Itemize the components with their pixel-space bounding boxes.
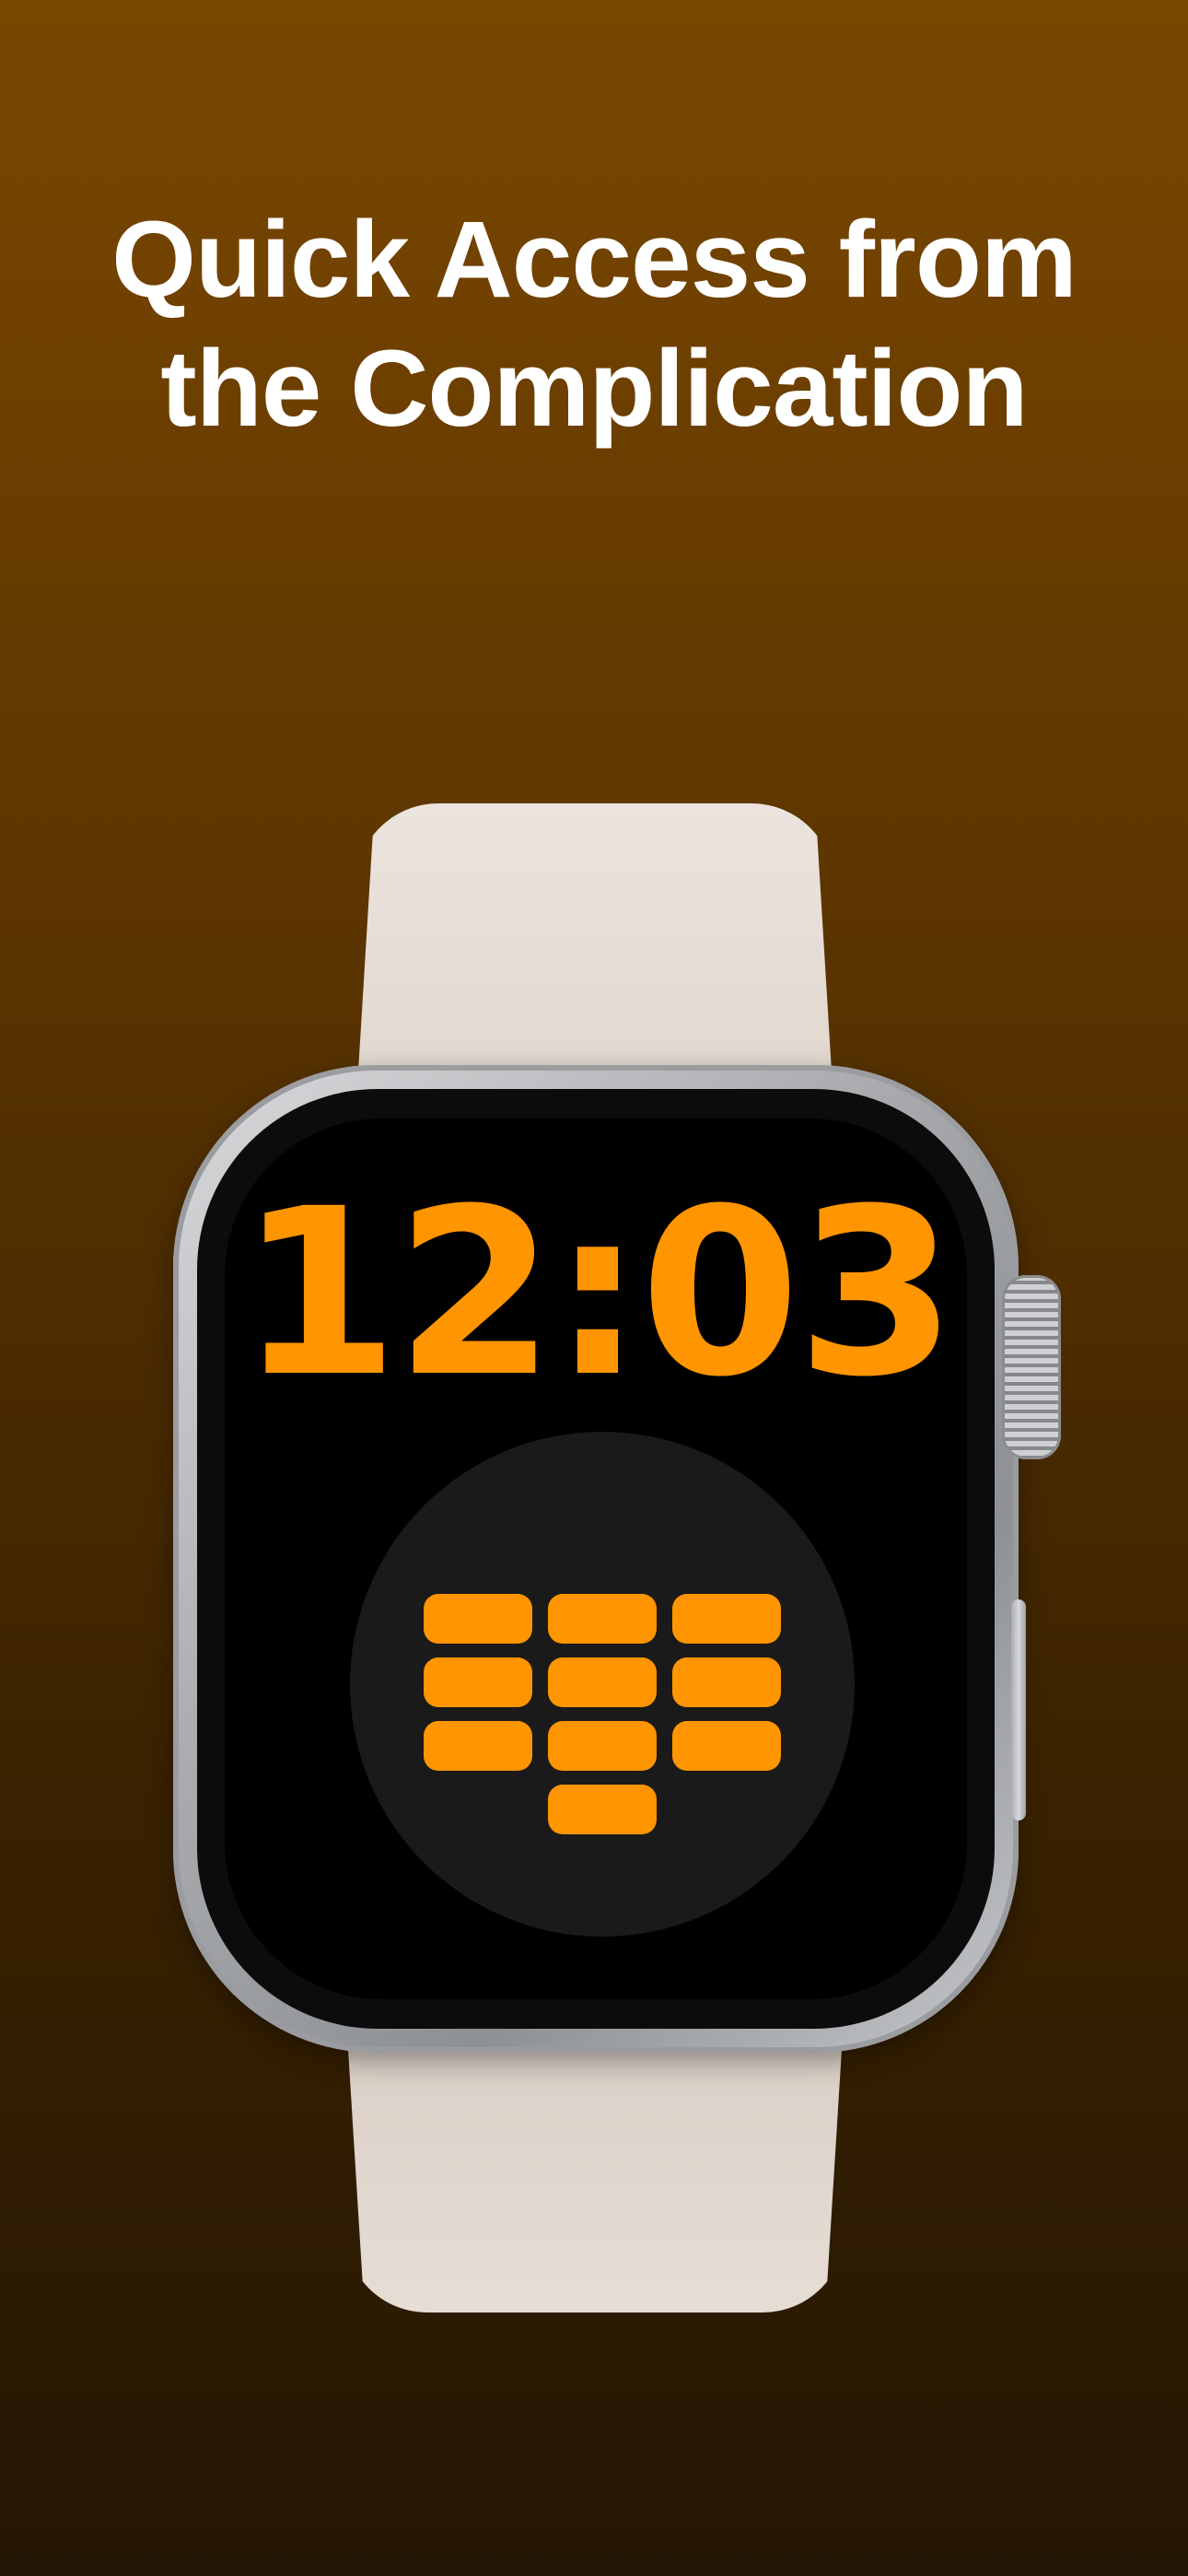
keypad-key [424, 1721, 532, 1771]
side-button[interactable] [1011, 1599, 1026, 1821]
keypad-key [424, 1657, 532, 1707]
headline-line-2: the Complication [160, 328, 1028, 450]
keypad-key [548, 1721, 657, 1771]
watch-case: 12:03 [173, 1065, 1019, 2053]
watch-screen: 12:03 [225, 1118, 967, 1999]
keypad-complication[interactable] [350, 1432, 855, 1937]
watch-bezel: 12:03 [197, 1089, 995, 2029]
headline: Quick Access from the Complication [0, 195, 1188, 453]
keypad-key [672, 1657, 781, 1707]
keypad-key [424, 1594, 532, 1644]
keypad-key [548, 1657, 657, 1707]
keypad-icon [350, 1432, 855, 1937]
keypad-key [672, 1721, 781, 1771]
keypad-key [672, 1594, 781, 1644]
keypad-key [548, 1594, 657, 1644]
digital-crown[interactable] [1002, 1275, 1061, 1459]
watch-time: 12:03 [239, 1159, 957, 1427]
headline-line-1: Quick Access from [111, 199, 1077, 321]
keypad-key [548, 1785, 657, 1834]
